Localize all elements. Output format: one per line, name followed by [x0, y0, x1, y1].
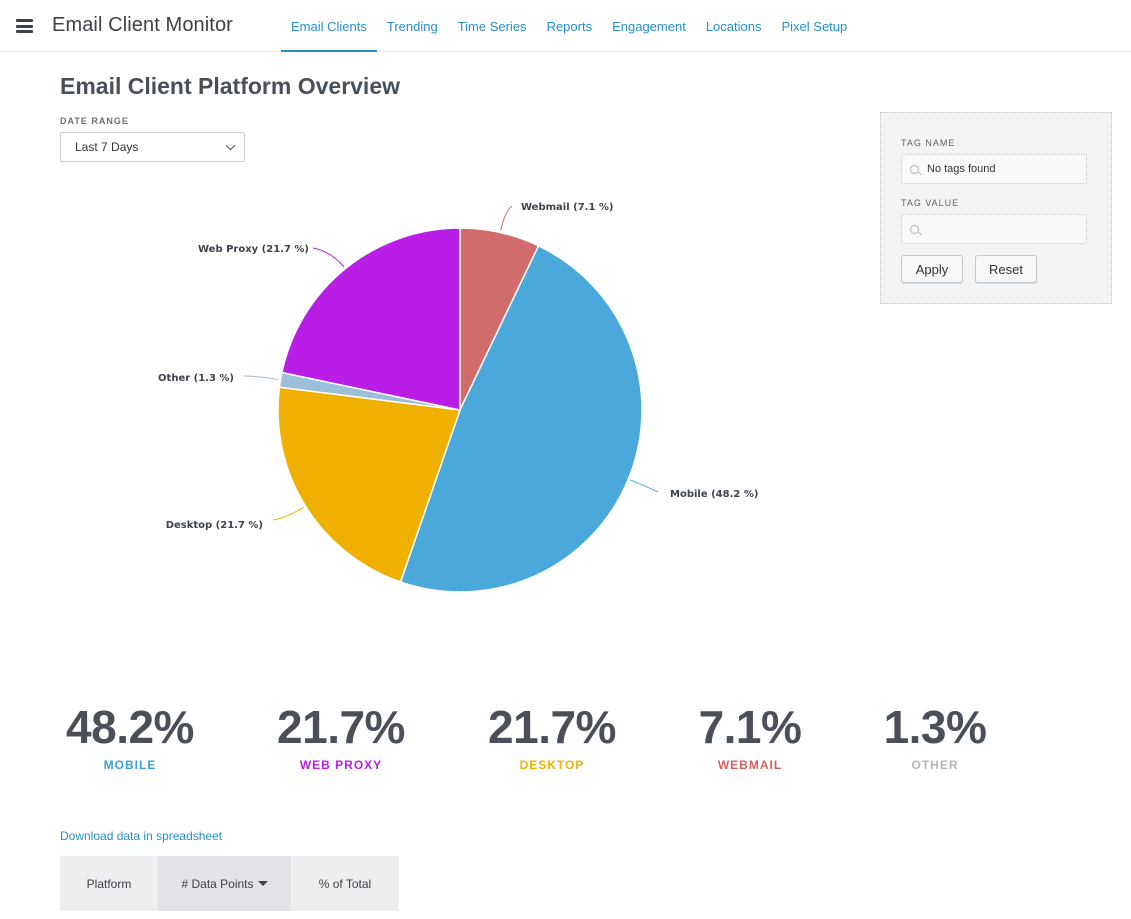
pie-leader-line — [243, 375, 279, 380]
hamburger-icon[interactable] — [16, 19, 33, 33]
nav-engagement[interactable]: Engagement — [602, 0, 696, 52]
stat-desktop: 21.7% DESKTOP — [477, 700, 627, 772]
search-icon — [910, 225, 919, 234]
stat-name: DESKTOP — [519, 758, 585, 772]
nav-locations[interactable]: Locations — [696, 0, 772, 52]
stat-name: WEBMAIL — [717, 758, 783, 772]
apply-button[interactable]: Apply — [901, 255, 963, 283]
caret-down-icon — [257, 881, 268, 886]
date-range-label: DATE RANGE — [60, 116, 129, 126]
pie-leader-line — [630, 479, 659, 493]
pie-leader-line — [500, 205, 513, 231]
page-title: Email Client Platform Overview — [60, 73, 401, 99]
search-icon — [910, 165, 919, 174]
tag-name-label: TAG NAME — [901, 138, 956, 148]
stat-value: 21.7% — [488, 701, 616, 753]
date-range-value: Last 7 Days — [75, 140, 139, 154]
data-table-header: Platform # Data Points % of Total — [60, 856, 399, 911]
pie-label-web-proxy: Web Proxy (21.7 %) — [198, 244, 309, 255]
pie-label-desktop: Desktop (21.7 %) — [166, 520, 263, 531]
app-title: Email Client Monitor — [52, 14, 233, 36]
tag-name-value: No tags found — [927, 163, 996, 175]
th-label: % of Total — [318, 877, 372, 891]
stat-name: WEB PROXY — [299, 758, 383, 772]
th-label: # Data Points — [181, 877, 254, 891]
chevron-down-icon — [225, 140, 236, 151]
pie-label-webmail: Webmail (7.1 %) — [521, 202, 613, 213]
stat-web-proxy: 21.7% WEB PROXY — [266, 700, 416, 772]
tag-name-input[interactable]: No tags found — [901, 154, 1087, 184]
stat-value: 7.1% — [698, 701, 802, 753]
nav-reports[interactable]: Reports — [537, 0, 603, 52]
th-label: Platform — [86, 877, 132, 891]
stat-name: MOBILE — [103, 758, 157, 772]
th-percent-total[interactable]: % of Total — [291, 856, 399, 911]
th-data-points[interactable]: # Data Points — [158, 856, 291, 911]
pie-leader-line — [272, 506, 304, 521]
main-nav: Email Clients Trending Time Series Repor… — [281, 0, 857, 52]
top-bar: Email Client Monitor Email Clients Trend… — [0, 0, 1131, 52]
stat-mobile: 48.2% MOBILE — [55, 700, 205, 772]
th-platform[interactable]: Platform — [60, 856, 158, 911]
nav-time-series[interactable]: Time Series — [448, 0, 537, 52]
pie-label-other: Other (1.3 %) — [158, 373, 234, 384]
nav-trending[interactable]: Trending — [377, 0, 448, 52]
reset-button[interactable]: Reset — [975, 255, 1037, 283]
nav-email-clients[interactable]: Email Clients — [281, 0, 377, 52]
stat-other: 1.3% OTHER — [860, 700, 1010, 772]
stat-name: OTHER — [911, 758, 959, 772]
nav-pixel-setup[interactable]: Pixel Setup — [771, 0, 857, 52]
stat-webmail: 7.1% WEBMAIL — [675, 700, 825, 772]
tag-filter-panel: TAG NAME No tags found TAG VALUE Apply R… — [880, 112, 1112, 304]
tag-value-label: TAG VALUE — [901, 198, 960, 208]
date-range-select[interactable]: Last 7 Days — [60, 132, 245, 162]
platform-pie-chart: Webmail (7.1 %) Mobile (48.2 %) Desktop (2… — [158, 202, 758, 593]
pie-label-mobile: Mobile (48.2 %) — [670, 489, 758, 500]
pie-leader-line — [312, 247, 345, 268]
download-spreadsheet-link[interactable]: Download data in spreadsheet — [60, 829, 222, 843]
stat-value: 21.7% — [277, 701, 405, 753]
stat-value: 48.2% — [66, 701, 194, 753]
stat-value: 1.3% — [883, 701, 987, 753]
tag-value-input[interactable] — [901, 214, 1087, 244]
